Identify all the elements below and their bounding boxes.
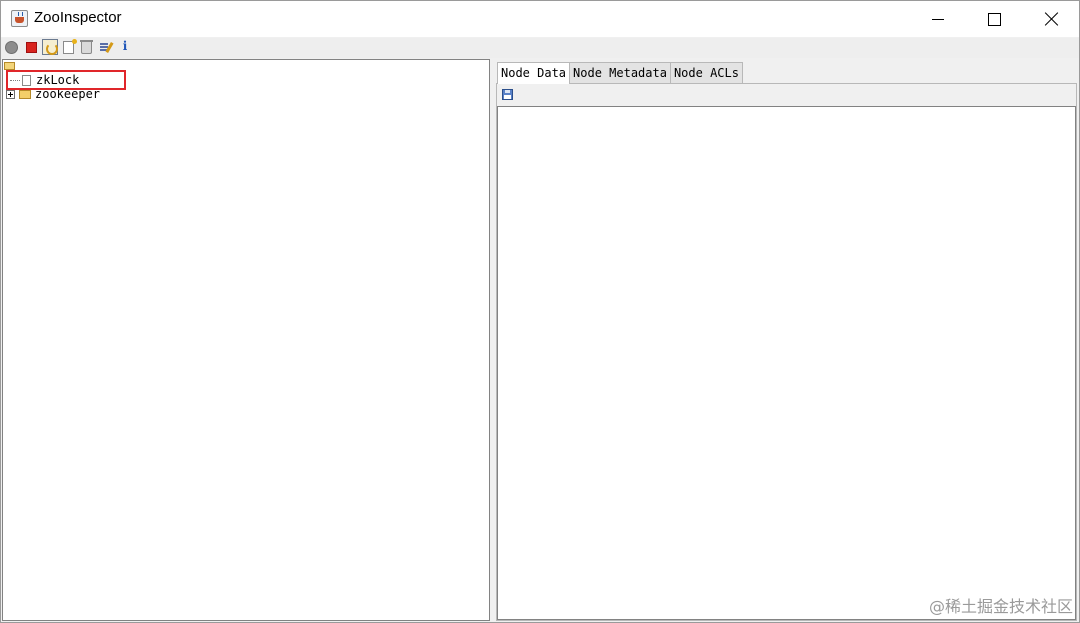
- close-button[interactable]: [1023, 1, 1080, 37]
- edit-icon[interactable]: [100, 41, 114, 54]
- node-tree-pane[interactable]: zkLock zookeeper: [2, 59, 490, 621]
- node-data-panel: [496, 83, 1077, 621]
- connect-icon[interactable]: [5, 41, 18, 54]
- minimize-button[interactable]: [909, 1, 966, 37]
- maximize-icon: [988, 12, 1001, 26]
- detail-tabs: Node Data Node Metadata Node ACLs: [497, 62, 743, 84]
- java-app-icon: [11, 10, 28, 27]
- close-icon: [1045, 12, 1059, 26]
- save-icon[interactable]: [502, 89, 513, 100]
- node-detail-pane: Node Data Node Metadata Node ACLs: [495, 59, 1079, 622]
- tree-root-folder-icon[interactable]: [4, 62, 15, 70]
- title-bar: ZooInspector: [1, 1, 1079, 37]
- disconnect-icon[interactable]: [26, 42, 37, 53]
- watermark: @稀土掘金技术社区: [928, 597, 1073, 616]
- main-toolbar: i: [1, 38, 1079, 58]
- tab-node-data[interactable]: Node Data: [497, 62, 571, 84]
- maximize-button[interactable]: [966, 1, 1023, 37]
- node-data-editor[interactable]: [497, 106, 1076, 620]
- folder-icon: [19, 90, 31, 99]
- add-node-icon[interactable]: [63, 39, 77, 54]
- about-icon[interactable]: i: [121, 40, 129, 53]
- delete-node-icon[interactable]: [80, 40, 93, 54]
- window-title: ZooInspector: [34, 9, 122, 26]
- refresh-icon[interactable]: [42, 39, 58, 55]
- tab-node-metadata[interactable]: Node Metadata: [569, 62, 671, 83]
- minimize-icon: [931, 18, 944, 20]
- expand-icon[interactable]: [6, 90, 15, 99]
- highlight-annotation: [6, 70, 126, 90]
- tab-node-acls[interactable]: Node ACLs: [669, 62, 743, 83]
- app-window: ZooInspector i zkLock zookeeper Node Dat…: [0, 0, 1080, 623]
